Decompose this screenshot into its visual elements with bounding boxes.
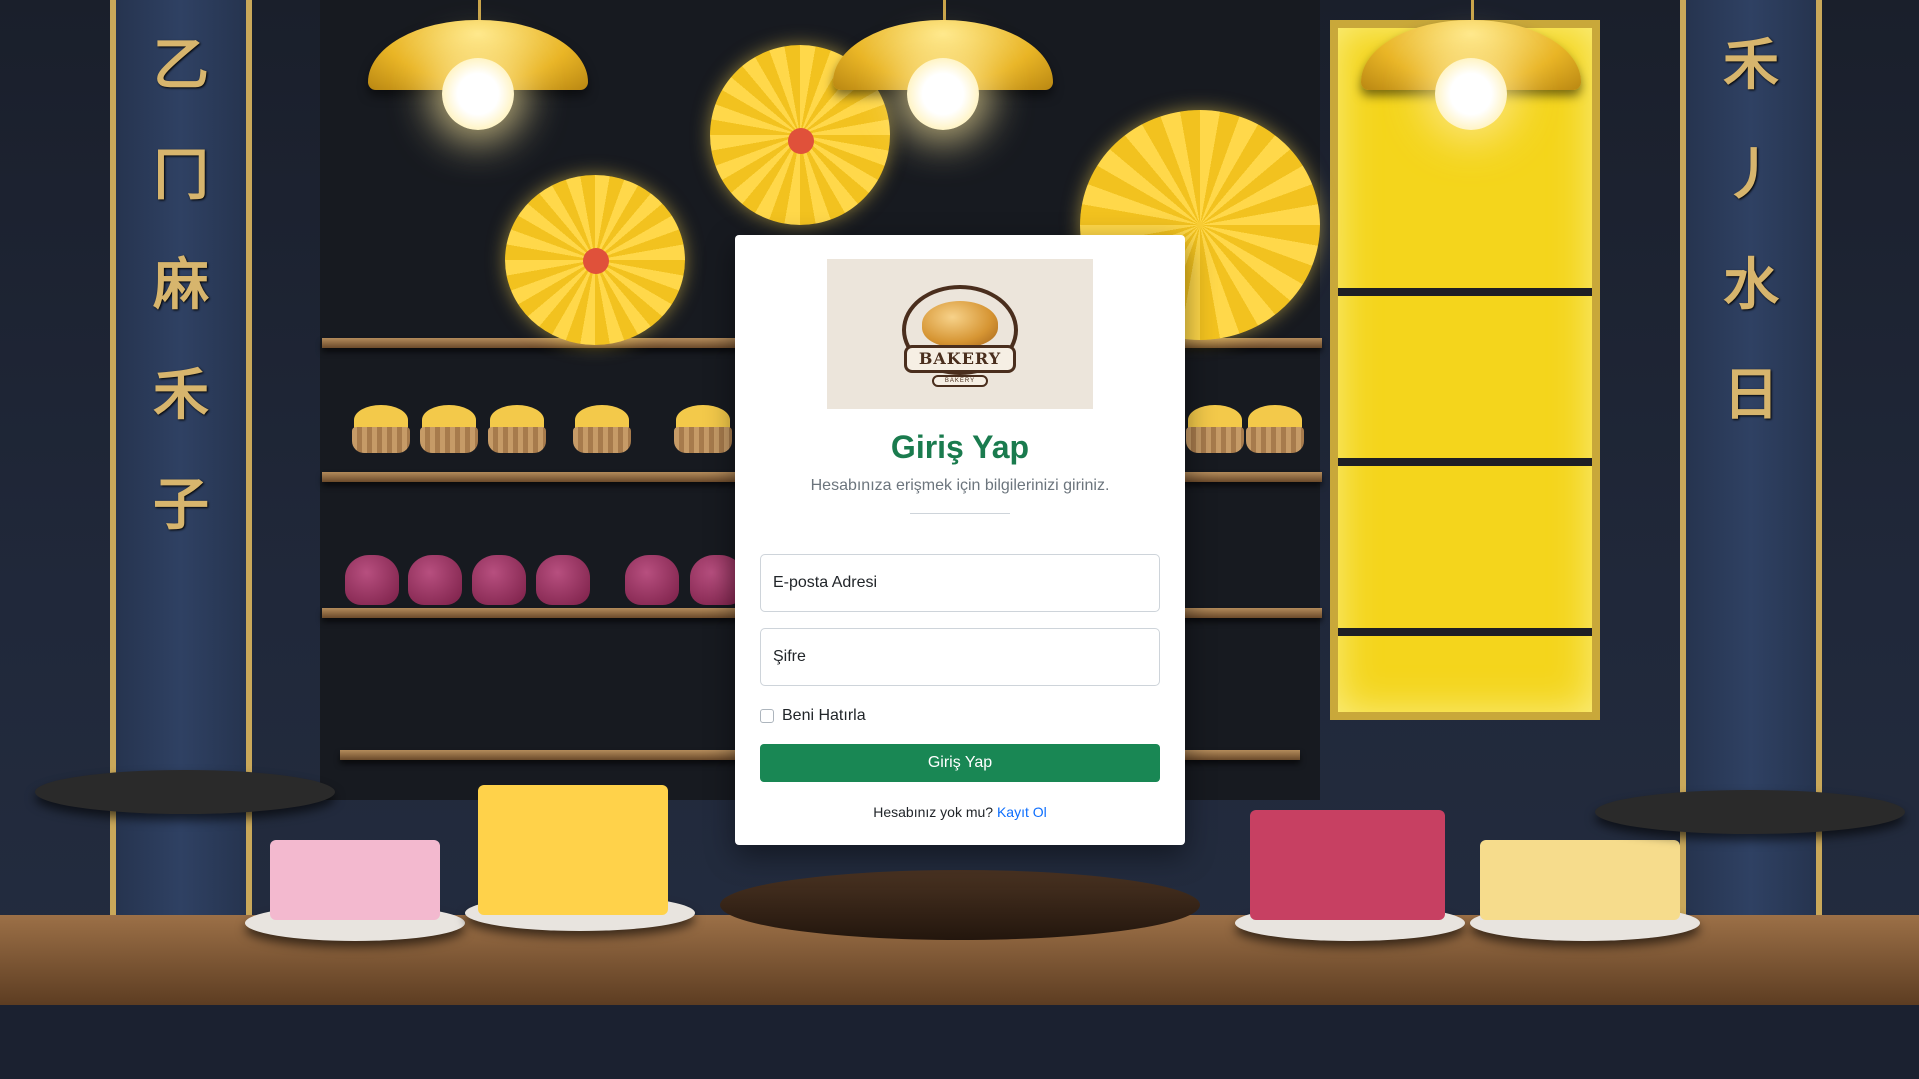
pillar-glyph: ⼄: [153, 32, 209, 98]
pillar-glyph: ⽲: [1723, 32, 1779, 98]
lamp-bulb: [1435, 58, 1507, 130]
lamp-cord: [1471, 0, 1474, 22]
logo-brand-text: BAKERY: [904, 345, 1016, 373]
fan-center: [583, 248, 609, 274]
pillar-glyph: ⽲: [153, 362, 209, 428]
lamp-cord: [478, 0, 481, 22]
pillar-glyph: ⽔: [1723, 252, 1779, 318]
cupcake: [350, 405, 412, 453]
pastry-tray: [720, 870, 1200, 940]
register-prompt-row: Hesabınız yok mu? Kayıt Ol: [760, 804, 1160, 820]
pillar-glyph: ⽇: [1723, 362, 1779, 428]
pillar-glyph: ⼦: [153, 472, 209, 538]
bread-icon: [922, 301, 998, 347]
pillar-glyph: ⿇: [153, 252, 209, 318]
bakery-logo-emblem: BAKERY BAKERY: [896, 279, 1024, 389]
pillar-glyph: ⼌: [153, 142, 209, 208]
password-field[interactable]: [760, 628, 1160, 686]
cupcake: [672, 405, 734, 453]
cabinet-shelf: [1338, 628, 1592, 636]
berry-pastry: [472, 555, 526, 605]
turkish-delight-red: [1250, 810, 1445, 920]
logo-sub-text: BAKERY: [932, 375, 988, 387]
remember-me-row: Beni Hatırla: [760, 706, 1160, 726]
cake-stand-dark: [35, 770, 335, 814]
turkish-delight-pink: [270, 840, 440, 920]
bakery-logo: BAKERY BAKERY: [827, 259, 1093, 409]
lamp-bulb: [442, 58, 514, 130]
lamp-bulb: [907, 58, 979, 130]
divider: [910, 513, 1010, 514]
fan-center: [788, 128, 814, 154]
cupcake: [486, 405, 548, 453]
cupcake: [1244, 405, 1306, 453]
login-card: BAKERY BAKERY Giriş Yap Hesabınıza erişm…: [735, 235, 1185, 845]
page-subtitle: Hesabınıza erişmek için bilgilerinizi gi…: [810, 477, 1110, 494]
berry-pastry: [625, 555, 679, 605]
cabinet-shelf: [1338, 458, 1592, 466]
login-button[interactable]: Giriş Yap: [760, 744, 1160, 782]
counter-cabinet: [0, 1005, 1919, 1079]
cabinet-shelf: [1338, 288, 1592, 296]
email-field[interactable]: [760, 554, 1160, 612]
register-link[interactable]: Kayıt Ol: [997, 804, 1047, 820]
turkish-delight-yellow: [478, 785, 668, 915]
register-prompt-text: Hesabınız yok mu?: [873, 804, 994, 820]
cake-stand-dark: [1595, 790, 1905, 834]
cupcake: [418, 405, 480, 453]
turkish-delight-cream: [1480, 840, 1680, 920]
cupcake: [1184, 405, 1246, 453]
berry-pastry: [408, 555, 462, 605]
berry-pastry: [536, 555, 590, 605]
cupcake: [571, 405, 633, 453]
remember-me-label[interactable]: Beni Hatırla: [782, 707, 866, 725]
pillar-glyph: ⼃: [1723, 142, 1779, 208]
berry-pastry: [345, 555, 399, 605]
lamp-cord: [943, 0, 946, 22]
remember-me-checkbox[interactable]: [760, 709, 774, 723]
page-title: Giriş Yap: [890, 429, 1030, 465]
